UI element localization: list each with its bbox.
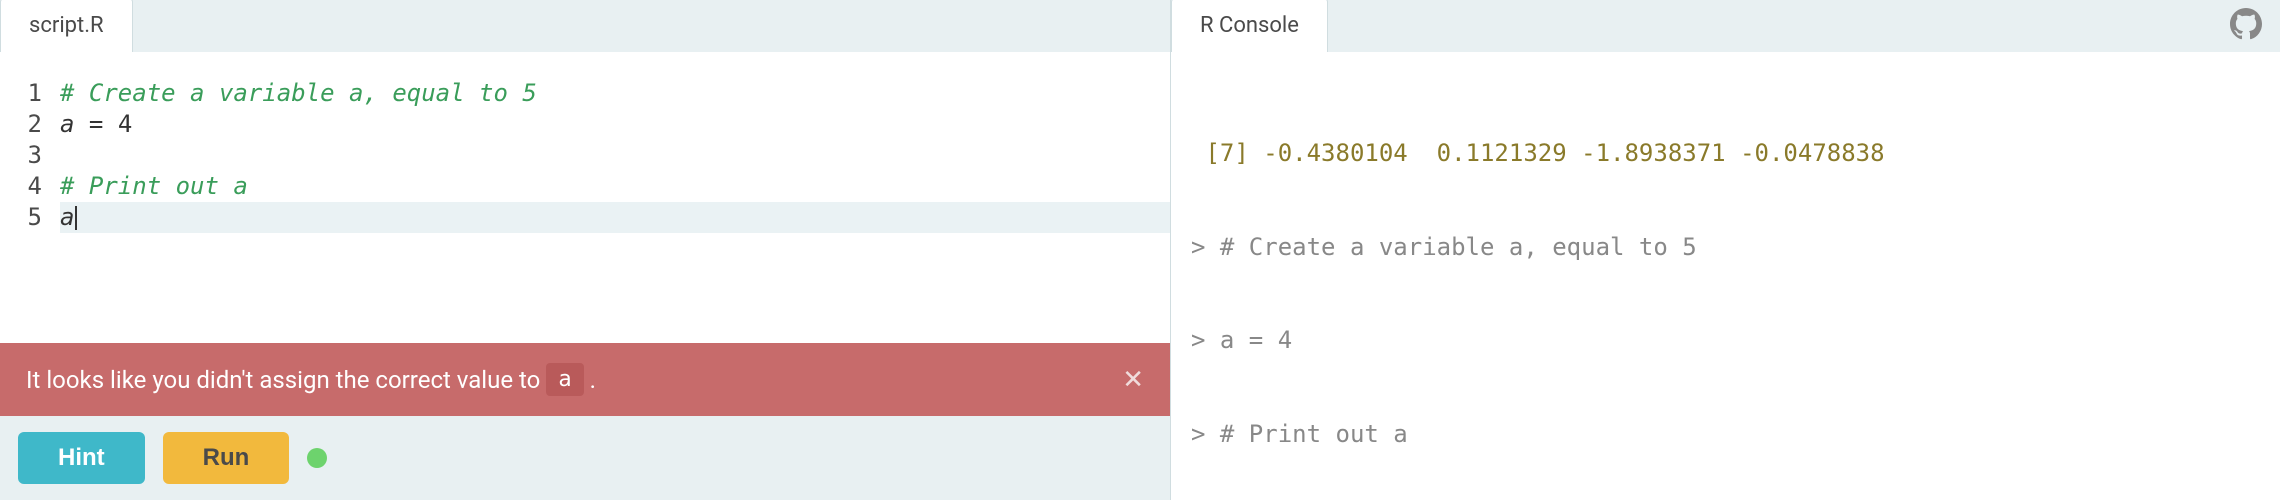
code-line[interactable]: a <box>60 202 1170 233</box>
feedback-code-chip: a <box>546 363 583 396</box>
editor-tab-bar: script.R <box>0 0 1170 52</box>
console-output[interactable]: [7] -0.4380104 0.1121329 -1.8938371 -0.0… <box>1171 52 2280 500</box>
feedback-message-suffix: . <box>590 366 596 394</box>
line-number-gutter: 1 2 3 4 5 <box>0 78 60 343</box>
console-line: > a = 4 <box>1191 325 2260 356</box>
status-indicator-icon <box>307 448 327 468</box>
editor-cursor <box>75 206 77 230</box>
github-icon[interactable] <box>2230 8 2262 44</box>
code-line[interactable] <box>60 140 1170 171</box>
editor-tab-script[interactable]: script.R <box>0 0 133 52</box>
hint-button[interactable]: Hint <box>18 432 145 484</box>
close-icon[interactable]: ✕ <box>1122 365 1144 395</box>
code-editor[interactable]: 1 2 3 4 5 # Create a variable a, equal t… <box>0 52 1170 343</box>
feedback-message-prefix: It looks like you didn't assign the corr… <box>26 366 540 394</box>
console-tab-bar: R Console <box>1171 0 2280 52</box>
console-tab[interactable]: R Console <box>1171 0 1328 52</box>
console-line: > # Create a variable a, equal to 5 <box>1191 232 2260 263</box>
console-line: [7] -0.4380104 0.1121329 -1.8938371 -0.0… <box>1191 138 2260 169</box>
action-bar: Hint Run <box>0 416 1170 500</box>
code-line[interactable]: # Print out a <box>60 171 1170 202</box>
run-button[interactable]: Run <box>163 432 290 484</box>
code-line[interactable]: # Create a variable a, equal to 5 <box>60 78 1170 109</box>
console-line: > # Print out a <box>1191 419 2260 450</box>
feedback-banner: It looks like you didn't assign the corr… <box>0 343 1170 416</box>
code-line[interactable]: a = 4 <box>60 109 1170 140</box>
